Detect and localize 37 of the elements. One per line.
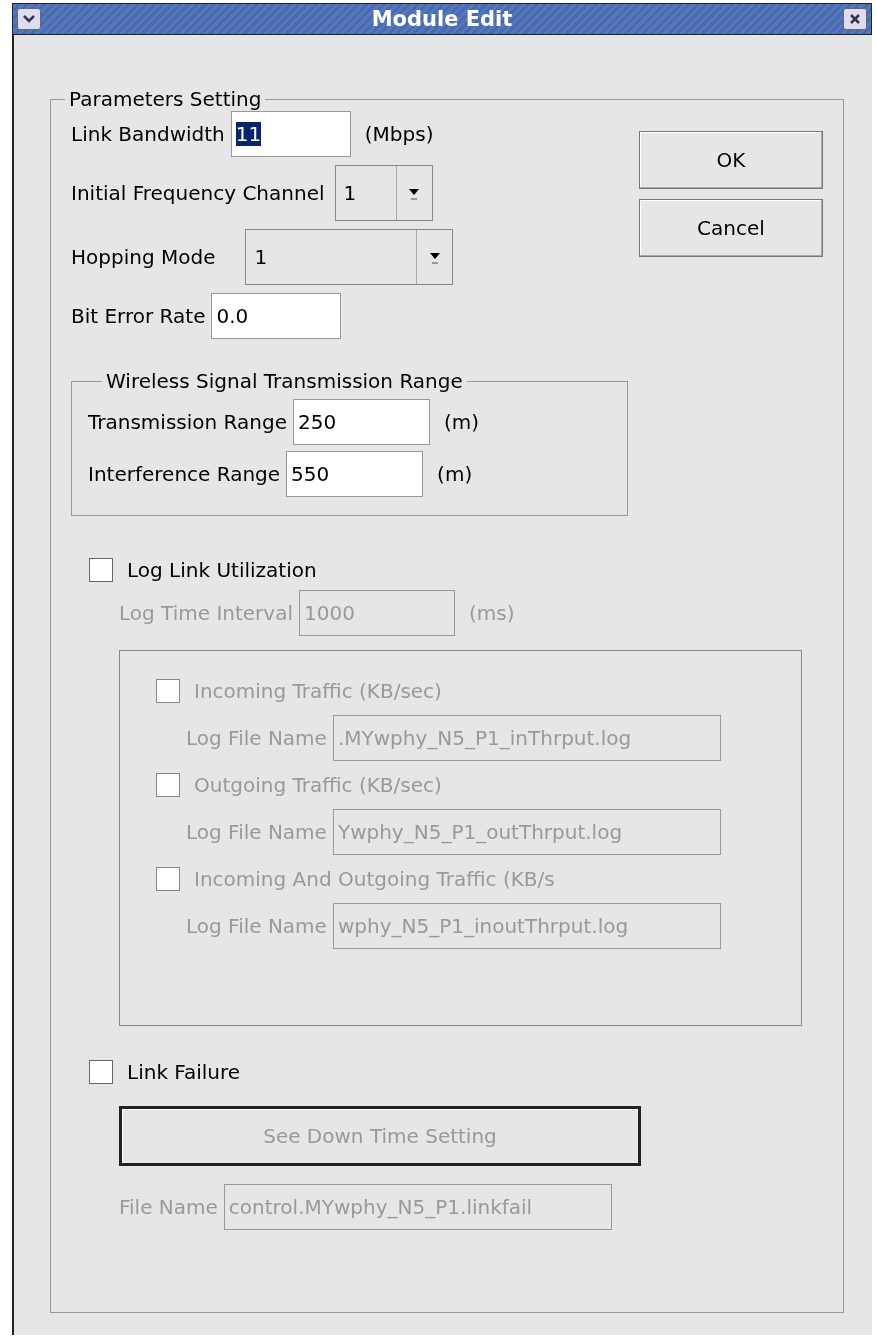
checkbox[interactable] (89, 558, 113, 582)
text-field[interactable]: 250 (292, 399, 430, 445)
checkbox-label: Incoming Traffic (KB/sec) (194, 679, 442, 703)
field-label: Bit Error Rate (71, 304, 206, 328)
field-label: File Name (119, 1195, 218, 1219)
checkbox-label: Incoming And Outgoing Traffic (KB/s (194, 867, 555, 891)
group-title: Wireless Signal Transmission Range (105, 369, 464, 393)
close-icon (849, 13, 861, 25)
field-label: Log File Name (186, 914, 327, 938)
checkbox-label: Outgoing Traffic (KB/sec) (194, 773, 442, 797)
checkbox-label: Link Failure (127, 1060, 241, 1084)
field-label: Initial Frequency Channel (71, 181, 325, 205)
field-label: Link Bandwidth (71, 122, 225, 146)
text-field[interactable]: 0.0 (211, 293, 342, 339)
dropdown[interactable]: 1 (245, 229, 454, 285)
text-field[interactable]: 11 (230, 111, 351, 157)
field-label: Interference Range (88, 462, 281, 486)
dropdown[interactable]: 1 (334, 165, 433, 221)
unit-label: (m) (443, 410, 480, 434)
unit-label: (ms) (469, 601, 515, 625)
field-label: Hopping Mode (71, 245, 216, 269)
chevron-down-icon (22, 14, 36, 24)
field-label: Log Time Interval (119, 601, 293, 625)
checkbox-label: Log Link Utilization (127, 558, 317, 582)
checkbox[interactable] (89, 1060, 113, 1084)
dialog-button[interactable]: Cancel (639, 199, 823, 257)
group-title: Parameters Setting (68, 87, 263, 111)
unit-label: (Mbps) (364, 122, 434, 146)
window-menu-button[interactable] (17, 8, 41, 30)
unit-label: (m) (437, 462, 473, 486)
field-label: Transmission Range (88, 410, 287, 434)
close-button[interactable] (843, 8, 867, 30)
window-title: Module Edit (371, 7, 513, 31)
dialog-button[interactable]: OK (639, 131, 823, 189)
field-label: Log File Name (186, 820, 327, 844)
text-field[interactable]: 550 (286, 451, 424, 497)
field-label: Log File Name (186, 726, 327, 750)
